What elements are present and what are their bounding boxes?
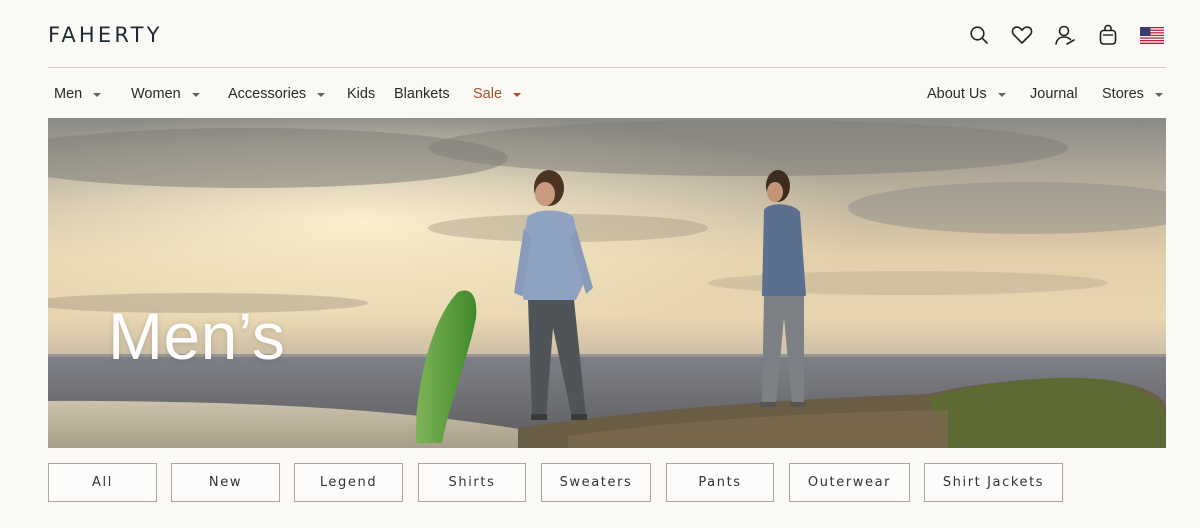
filter-sweaters-button[interactable]: Sweaters [541,463,651,502]
nav-stores[interactable]: Stores [1102,69,1163,118]
heart-icon[interactable] [1009,22,1035,48]
nav-men-label: Men [54,85,83,102]
caret-down-icon [1154,92,1163,97]
account-icon[interactable] [1052,22,1078,48]
caret-down-icon [191,92,200,97]
caret-down-icon [513,92,522,97]
caret-down-icon [93,92,102,97]
hero-image [48,118,1166,448]
filter-legend-button[interactable]: Legend [294,463,403,502]
nav-accessories-label: Accessories [228,85,307,102]
nav-journal-label: Journal [1030,85,1078,102]
nav-blankets[interactable]: Blankets [394,69,450,118]
nav-sale-label: Sale [473,85,503,102]
hero-banner[interactable]: Men’s [48,118,1166,448]
nav-about-us[interactable]: About Us [927,69,1006,118]
brand-logo[interactable]: FAHERTY [48,23,163,47]
nav-women[interactable]: Women [131,69,200,118]
nav-men[interactable]: Men [54,69,102,118]
nav-kids-label: Kids [347,85,376,102]
site-header: FAHERTY [48,0,1166,68]
nav-kids[interactable]: Kids [347,69,375,118]
main-nav: Men Women Accessories Kids Blankets Sale… [48,69,1166,118]
filter-shirts-button[interactable]: Shirts [418,463,526,502]
nav-journal[interactable]: Journal [1030,69,1078,118]
hero-title: Men’s [108,299,286,373]
nav-accessories[interactable]: Accessories [228,69,326,118]
nav-blankets-label: Blankets [394,85,450,102]
nav-about-us-label: About Us [927,85,987,102]
filter-new-button[interactable]: New [171,463,280,502]
filter-shirt-jackets-button[interactable]: Shirt Jackets [924,463,1063,502]
filter-all-button[interactable]: All [48,463,157,502]
nav-women-label: Women [131,85,181,102]
nav-sale[interactable]: Sale [473,69,522,118]
search-icon[interactable] [966,22,992,48]
caret-down-icon [997,92,1006,97]
header-icons [966,22,1166,48]
filter-pants-button[interactable]: Pants [666,463,774,502]
us-flag-icon[interactable] [1138,22,1166,48]
caret-down-icon [317,92,326,97]
cart-icon[interactable] [1095,22,1121,48]
nav-stores-label: Stores [1102,85,1144,102]
filter-outerwear-button[interactable]: Outerwear [789,463,910,502]
